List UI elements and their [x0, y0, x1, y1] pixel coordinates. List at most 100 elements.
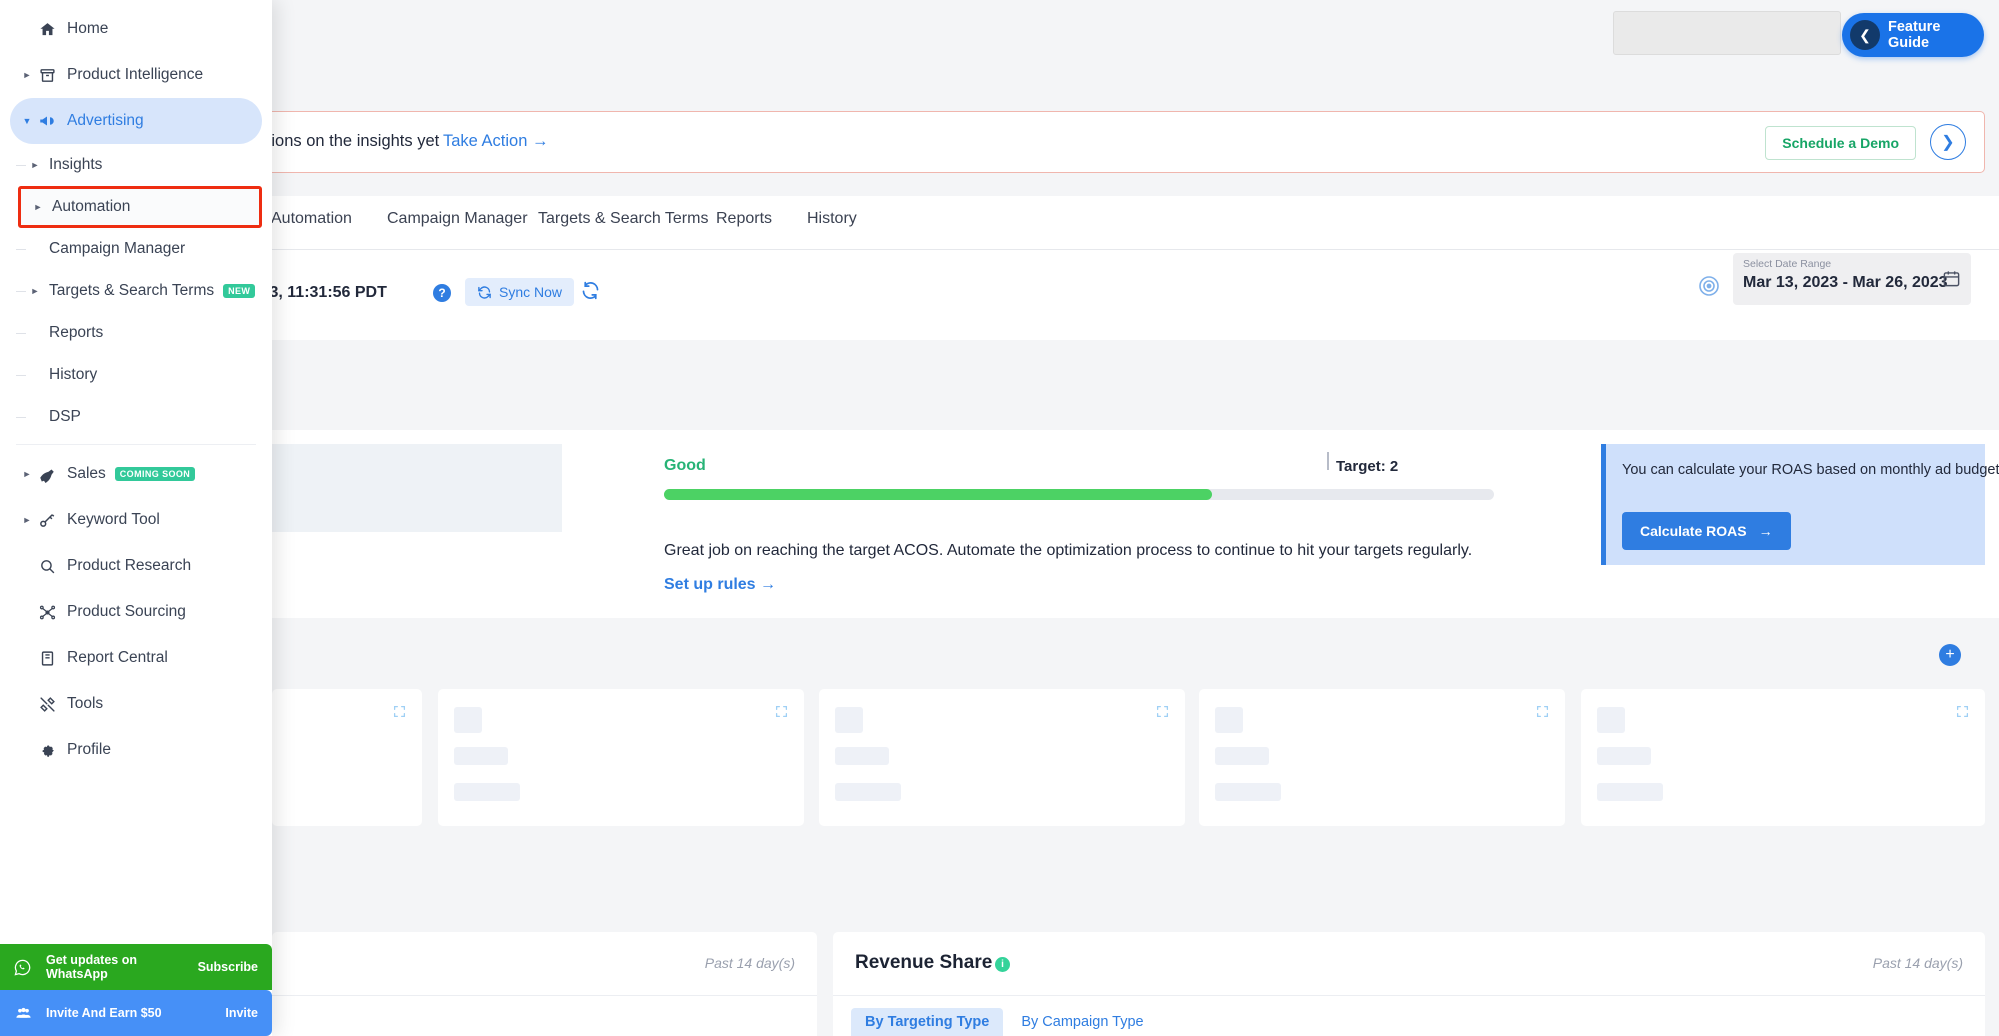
- widget-card-skeleton[interactable]: [819, 689, 1185, 826]
- content-gap-band: [0, 340, 1999, 430]
- revenue-share-header: Revenue Share i Past 14 day(s): [833, 932, 1985, 996]
- revenue-share-panel: Revenue Share i Past 14 day(s) By Target…: [833, 932, 1985, 1036]
- sidebar-item-sales[interactable]: ►SalesCOMING SOON: [10, 451, 262, 497]
- tools-icon: [34, 696, 60, 713]
- sales-icon: [34, 465, 60, 483]
- book-icon: [34, 650, 60, 667]
- skeleton-bar: [454, 707, 482, 733]
- chevron-right-icon[interactable]: ►: [20, 70, 34, 80]
- sidebar-item-badge: COMING SOON: [115, 467, 195, 481]
- sidebar-item-label: Insights: [49, 156, 102, 174]
- sidebar-item-profile[interactable]: ►Profile: [10, 727, 262, 773]
- chevron-right-icon[interactable]: ►: [28, 286, 42, 296]
- chevron-down-icon[interactable]: ❯: [1930, 124, 1966, 160]
- question-mark-icon[interactable]: ?: [433, 284, 451, 302]
- bottom-panels-band: Past 14 day(s) Revenue Share i Past 14 d…: [0, 870, 1999, 1036]
- sidebar-item-product-research[interactable]: ►Product Research: [10, 543, 262, 589]
- widget-card-skeleton[interactable]: [1199, 689, 1565, 826]
- calendar-icon: [1942, 269, 1961, 293]
- sidebar-item-campaign-manager[interactable]: ►Campaign Manager: [18, 228, 272, 270]
- sidebar-item-label: Home: [67, 20, 108, 38]
- segment-by-targeting-type[interactable]: By Targeting Type: [851, 1008, 1003, 1036]
- expand-icon[interactable]: [393, 705, 406, 718]
- sidebar-item-label: Tools: [67, 695, 103, 713]
- gear-icon: [34, 742, 60, 759]
- sidebar-item-label: History: [49, 366, 97, 384]
- feature-guide-button[interactable]: ❮ Feature Guide: [1842, 13, 1984, 57]
- widget-card-skeleton[interactable]: [438, 689, 804, 826]
- whatsapp-icon: [14, 959, 40, 976]
- segment-by-campaign-type[interactable]: By Campaign Type: [1007, 1008, 1157, 1036]
- chevron-down-icon[interactable]: ▼: [20, 116, 34, 126]
- date-range-picker[interactable]: Select Date Range Mar 13, 2023 - Mar 26,…: [1733, 253, 1971, 305]
- widget-card-skeleton[interactable]: [1581, 689, 1985, 826]
- info-icon[interactable]: i: [995, 957, 1010, 972]
- chevron-right-icon[interactable]: ►: [20, 469, 34, 479]
- sync-now-button[interactable]: Sync Now: [465, 278, 574, 306]
- acos-performance-panel: AS) l): 228% Good Target: 2 Great job on…: [0, 430, 1999, 618]
- search-input[interactable]: [1613, 11, 1841, 55]
- sidebar-item-tools[interactable]: ►Tools: [10, 681, 262, 727]
- skeleton-bar: [1215, 783, 1281, 801]
- roas-calculator-callout: You can calculate your ROAS based on mon…: [1601, 444, 1985, 565]
- skeleton-bar: [1215, 707, 1243, 733]
- skeleton-bar: [1215, 747, 1269, 765]
- sidebar-item-label: Product Intelligence: [67, 66, 203, 84]
- sidebar-item-home[interactable]: ►Home: [10, 6, 262, 52]
- chevron-right-icon[interactable]: ►: [20, 515, 34, 525]
- expand-icon[interactable]: [1956, 705, 1969, 718]
- whatsapp-promo-banner[interactable]: Get updates on WhatsApp Subscribe: [0, 944, 272, 990]
- archive-box-icon: [34, 67, 60, 84]
- sidebar-item-insights[interactable]: ► Insights: [18, 144, 272, 186]
- chevron-right-icon[interactable]: ►: [31, 202, 45, 212]
- sidebar-item-product-intelligence[interactable]: ► Product Intelligence: [10, 52, 262, 98]
- subscribe-button[interactable]: Subscribe: [198, 960, 258, 974]
- sidebar-item-history[interactable]: ►History: [18, 354, 272, 396]
- whatsapp-promo-label: Get updates on WhatsApp: [46, 953, 198, 981]
- add-widget-button[interactable]: +: [1939, 644, 1961, 666]
- take-action-label: Take Action: [443, 132, 527, 150]
- widget-card-skeleton[interactable]: [272, 689, 422, 826]
- refresh-icon[interactable]: [580, 280, 601, 307]
- date-range-value: Mar 13, 2023 - Mar 26, 2023: [1743, 274, 1948, 292]
- sidebar-item-label: Automation: [52, 198, 130, 216]
- bottom-left-panel: Past 14 day(s): [272, 932, 817, 1036]
- tab-history[interactable]: History: [807, 210, 857, 228]
- take-action-link[interactable]: Take Action →: [443, 132, 548, 151]
- sync-icon: [477, 285, 492, 300]
- tab-automation[interactable]: Automation: [271, 210, 352, 228]
- tab-targets-search-terms[interactable]: Targets & Search Terms: [538, 210, 708, 228]
- expand-icon[interactable]: [775, 705, 788, 718]
- skeleton-bar: [1597, 783, 1663, 801]
- schedule-demo-button[interactable]: Schedule a Demo: [1765, 126, 1916, 160]
- sync-now-label: Sync Now: [499, 284, 562, 300]
- progress-bar-fill: [664, 489, 1212, 500]
- calculate-roas-button[interactable]: Calculate ROAS →: [1622, 512, 1791, 550]
- sidebar-item-report-central[interactable]: ►Report Central: [10, 635, 262, 681]
- target-tick-marker: [1327, 452, 1329, 470]
- target-label: Target: 2: [1336, 458, 1398, 475]
- tab-campaign-manager[interactable]: Campaign Manager: [387, 210, 528, 228]
- expand-icon[interactable]: [1536, 705, 1549, 718]
- sidebar-item-label: DSP: [49, 408, 81, 426]
- invite-promo-banner[interactable]: Invite And Earn $50 Invite: [0, 990, 272, 1036]
- expand-icon[interactable]: [1156, 705, 1169, 718]
- sidebar-item-automation[interactable]: ► Automation: [18, 186, 262, 228]
- set-up-rules-link[interactable]: Set up rules →: [664, 576, 776, 594]
- sidebar-item-reports[interactable]: ►Reports: [18, 312, 272, 354]
- search-icon: [34, 558, 60, 575]
- sidebar-item-targets-search-terms[interactable]: ►Targets & Search TermsNEW: [18, 270, 272, 312]
- key-icon: [34, 511, 60, 529]
- sidebar-item-keyword-tool[interactable]: ►Keyword Tool: [10, 497, 262, 543]
- skeleton-bar: [454, 747, 508, 765]
- past-days-label: Past 14 day(s): [705, 955, 795, 971]
- roas-calculator-text: You can calculate your ROAS based on mon…: [1622, 462, 1999, 478]
- sidebar-item-product-sourcing[interactable]: ►Product Sourcing: [10, 589, 262, 635]
- invite-button[interactable]: Invite: [225, 1006, 258, 1020]
- chevron-right-icon[interactable]: ►: [28, 160, 42, 170]
- sidebar-item-dsp[interactable]: ►DSP: [18, 396, 272, 438]
- sidebar-item-advertising[interactable]: ▼Advertising: [10, 98, 262, 144]
- tab-reports[interactable]: Reports: [716, 210, 772, 228]
- home-icon: [34, 21, 60, 38]
- chevron-left-icon: ❮: [1850, 20, 1880, 50]
